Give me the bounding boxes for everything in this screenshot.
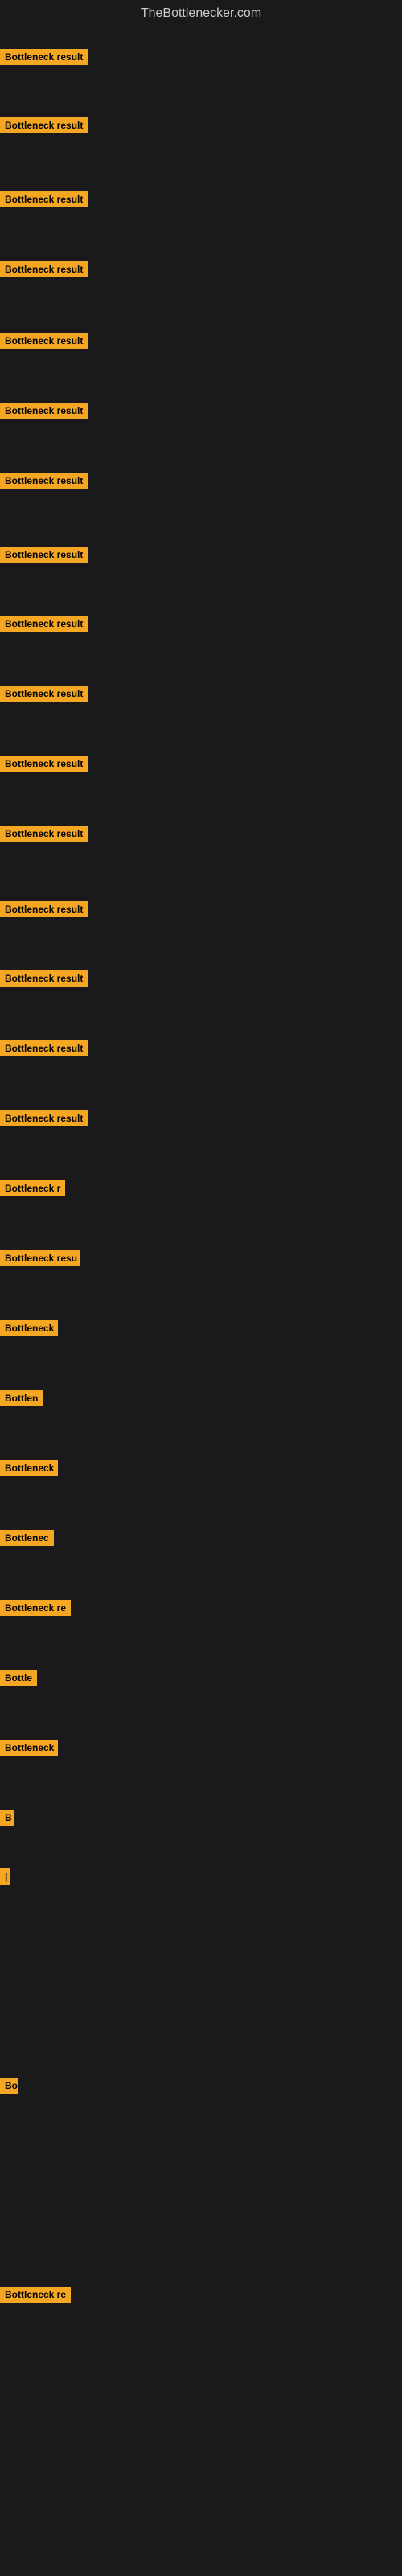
bottleneck-result-item[interactable]: Bottleneck result bbox=[0, 403, 88, 423]
bottleneck-badge: Bottleneck result bbox=[0, 686, 88, 702]
bottleneck-result-item[interactable]: Bottleneck result bbox=[0, 826, 88, 846]
bottleneck-result-item[interactable]: Bottleneck bbox=[0, 1460, 58, 1480]
bottleneck-badge: Bottlenec bbox=[0, 1530, 54, 1546]
bottleneck-result-item[interactable]: Bottleneck resu bbox=[0, 1250, 80, 1270]
bottleneck-result-item[interactable]: Bottleneck re bbox=[0, 2287, 71, 2307]
bottleneck-result-item[interactable]: Bottleneck result bbox=[0, 970, 88, 991]
bottleneck-badge: Bo bbox=[0, 2078, 18, 2094]
bottleneck-badge: Bottleneck result bbox=[0, 1110, 88, 1126]
bottleneck-result-item[interactable]: Bottleneck result bbox=[0, 49, 88, 69]
bottleneck-result-item[interactable]: Bo bbox=[0, 2078, 18, 2098]
bottleneck-badge: Bottleneck result bbox=[0, 616, 88, 632]
bottleneck-result-item[interactable]: Bottleneck bbox=[0, 1740, 58, 1760]
bottleneck-result-item[interactable]: Bottleneck result bbox=[0, 901, 88, 921]
bottleneck-badge: Bottleneck resu bbox=[0, 1250, 80, 1266]
bottleneck-badge: Bottleneck result bbox=[0, 970, 88, 987]
bottleneck-badge: Bottleneck result bbox=[0, 191, 88, 207]
bottleneck-result-item[interactable]: Bottlen bbox=[0, 1390, 43, 1410]
bottleneck-badge: Bottleneck bbox=[0, 1460, 58, 1476]
bottleneck-result-item[interactable]: Bottleneck result bbox=[0, 333, 88, 353]
bottleneck-badge: Bottleneck result bbox=[0, 473, 88, 489]
bottleneck-badge: Bottleneck bbox=[0, 1740, 58, 1756]
bottleneck-badge: Bottleneck result bbox=[0, 261, 88, 277]
bottleneck-result-item[interactable]: Bottleneck result bbox=[0, 547, 88, 567]
bottleneck-result-item[interactable]: Bottleneck result bbox=[0, 1040, 88, 1060]
bottleneck-badge: Bottleneck result bbox=[0, 117, 88, 133]
bottleneck-result-item[interactable]: Bottleneck bbox=[0, 1320, 58, 1340]
bottleneck-result-item[interactable]: Bottleneck result bbox=[0, 686, 88, 706]
bottleneck-result-item[interactable]: Bottleneck result bbox=[0, 473, 88, 493]
bottleneck-result-item[interactable]: Bottleneck result bbox=[0, 191, 88, 211]
bottleneck-badge: Bottleneck result bbox=[0, 1040, 88, 1056]
bottleneck-badge: Bottlen bbox=[0, 1390, 43, 1406]
bottleneck-badge: Bottleneck bbox=[0, 1320, 58, 1336]
bottleneck-result-item[interactable]: Bottle bbox=[0, 1670, 37, 1690]
bottleneck-badge: Bottle bbox=[0, 1670, 37, 1686]
bottleneck-result-item[interactable]: Bottleneck re bbox=[0, 1600, 71, 1620]
bottleneck-badge: Bottleneck result bbox=[0, 826, 88, 842]
bottleneck-badge: Bottleneck result bbox=[0, 756, 88, 772]
bottleneck-badge: Bottleneck result bbox=[0, 547, 88, 563]
bottleneck-result-item[interactable]: Bottleneck r bbox=[0, 1180, 65, 1200]
bottleneck-badge: Bottleneck r bbox=[0, 1180, 65, 1196]
bottleneck-badge: Bottleneck result bbox=[0, 49, 88, 65]
bottleneck-badge: Bottleneck re bbox=[0, 2287, 71, 2303]
bottleneck-badge: | bbox=[0, 1868, 10, 1885]
bottleneck-result-item[interactable]: Bottleneck result bbox=[0, 117, 88, 137]
bottleneck-badge: Bottleneck result bbox=[0, 403, 88, 419]
bottleneck-result-item[interactable]: Bottleneck result bbox=[0, 756, 88, 776]
bottleneck-result-item[interactable]: Bottleneck result bbox=[0, 616, 88, 636]
bottleneck-result-item[interactable]: Bottlenec bbox=[0, 1530, 54, 1550]
bottleneck-result-item[interactable]: Bottleneck result bbox=[0, 261, 88, 281]
bottleneck-badge: B bbox=[0, 1810, 14, 1826]
bottleneck-badge: Bottleneck result bbox=[0, 901, 88, 917]
bottleneck-result-item[interactable]: Bottleneck result bbox=[0, 1110, 88, 1130]
bottleneck-badge: Bottleneck result bbox=[0, 333, 88, 349]
bottleneck-badge: Bottleneck re bbox=[0, 1600, 71, 1616]
bottleneck-result-item[interactable]: B bbox=[0, 1810, 14, 1830]
site-title: TheBottlenecker.com bbox=[0, 0, 402, 27]
bottleneck-result-item[interactable]: | bbox=[0, 1868, 10, 1889]
